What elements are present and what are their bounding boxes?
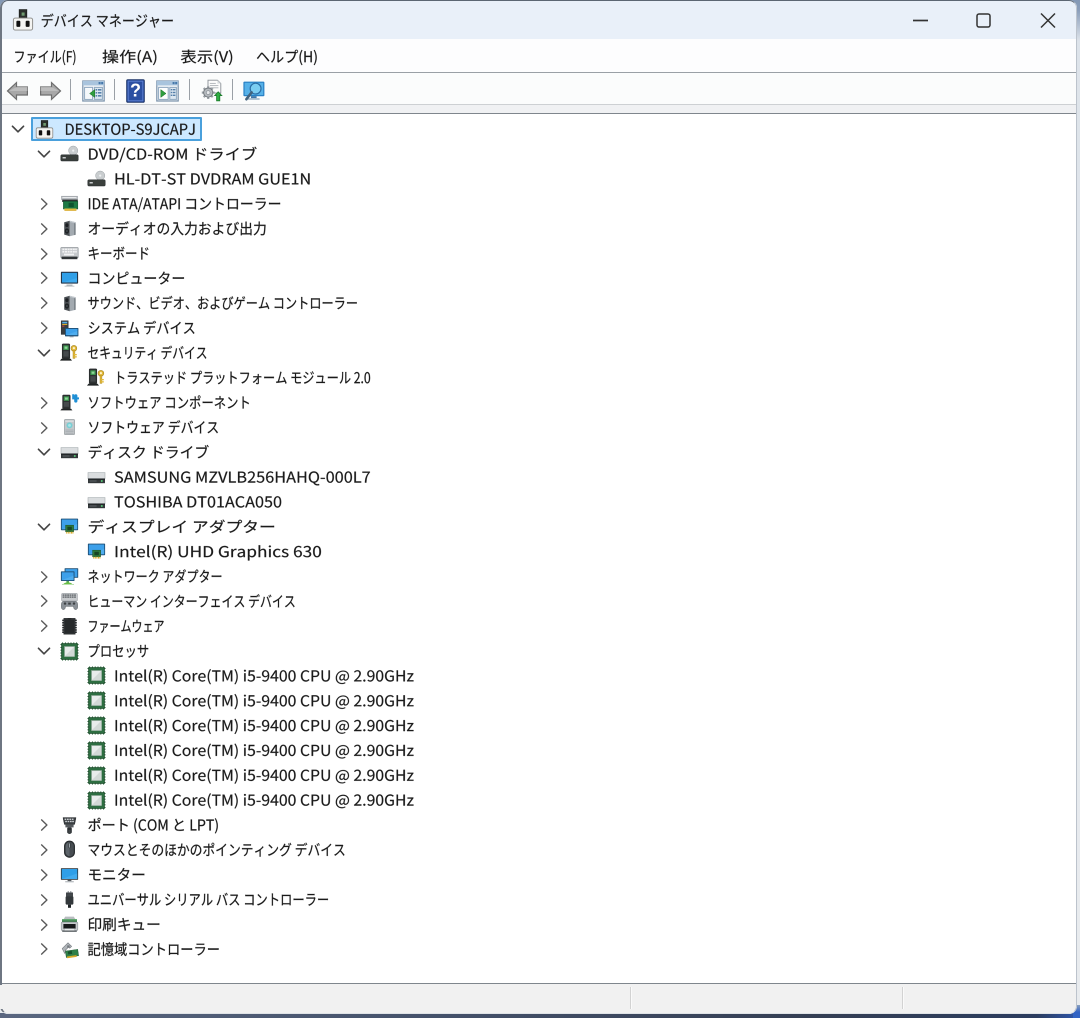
svg-text:?: ? bbox=[130, 81, 141, 101]
